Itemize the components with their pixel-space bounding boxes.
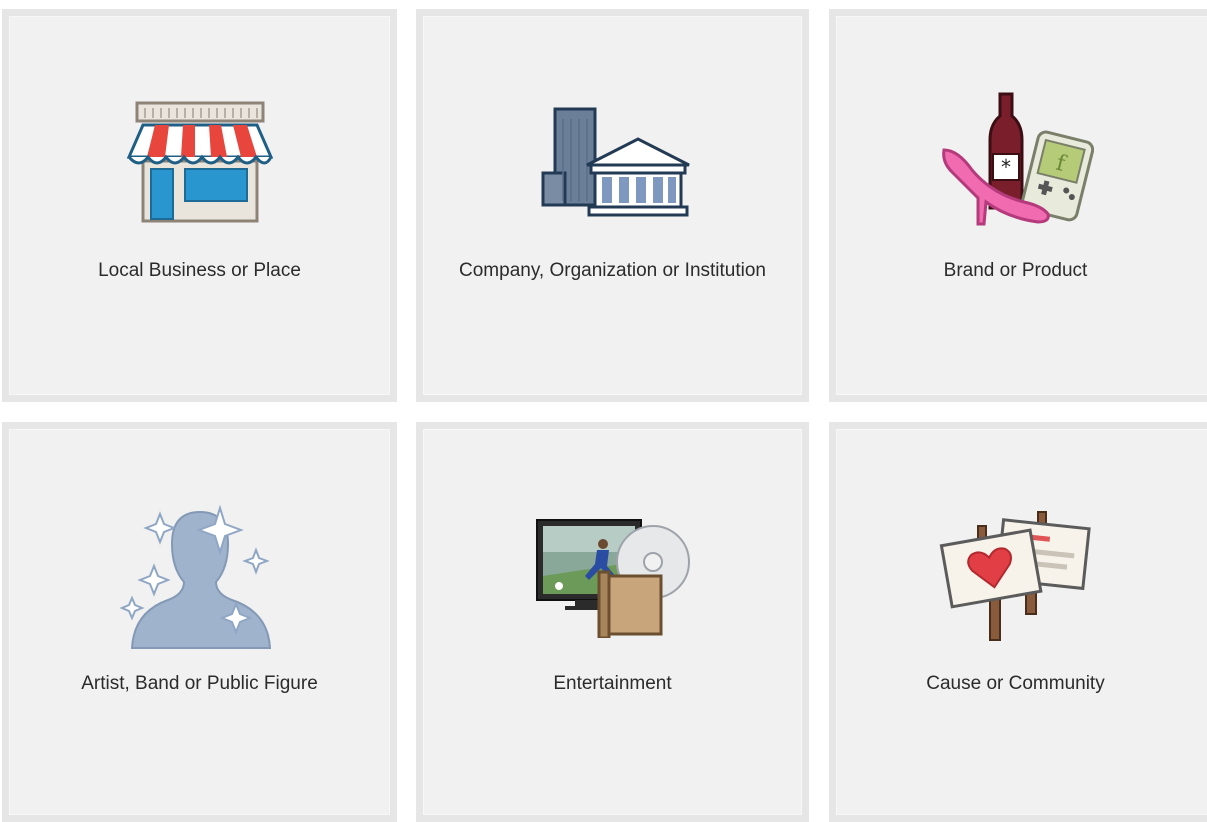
products-icon: * f [941, 92, 1094, 226]
protest-signs-icon [939, 511, 1091, 641]
category-tile-cause[interactable]: Cause or Community [829, 422, 1207, 822]
svg-text:*: * [1001, 155, 1011, 179]
category-label: Company, Organization or Institution [459, 260, 766, 281]
category-label: Artist, Band or Public Figure [81, 673, 318, 694]
category-label: Cause or Community [926, 673, 1105, 694]
entertainment-icon [535, 519, 690, 638]
category-tile-company[interactable]: Company, Organization or Institution [416, 9, 809, 402]
buildings-icon [541, 107, 690, 217]
storefront-icon [126, 101, 273, 223]
category-tile-local-business[interactable]: Local Business or Place [2, 9, 397, 402]
public-figure-icon [119, 504, 271, 649]
category-label: Brand or Product [943, 260, 1088, 281]
category-tile-artist[interactable]: Artist, Band or Public Figure [2, 422, 397, 822]
category-tile-brand-product[interactable]: * f Brand or Product [829, 9, 1207, 402]
category-label: Entertainment [553, 673, 672, 694]
category-label: Local Business or Place [98, 260, 301, 281]
category-tile-entertainment[interactable]: Entertainment [416, 422, 809, 822]
